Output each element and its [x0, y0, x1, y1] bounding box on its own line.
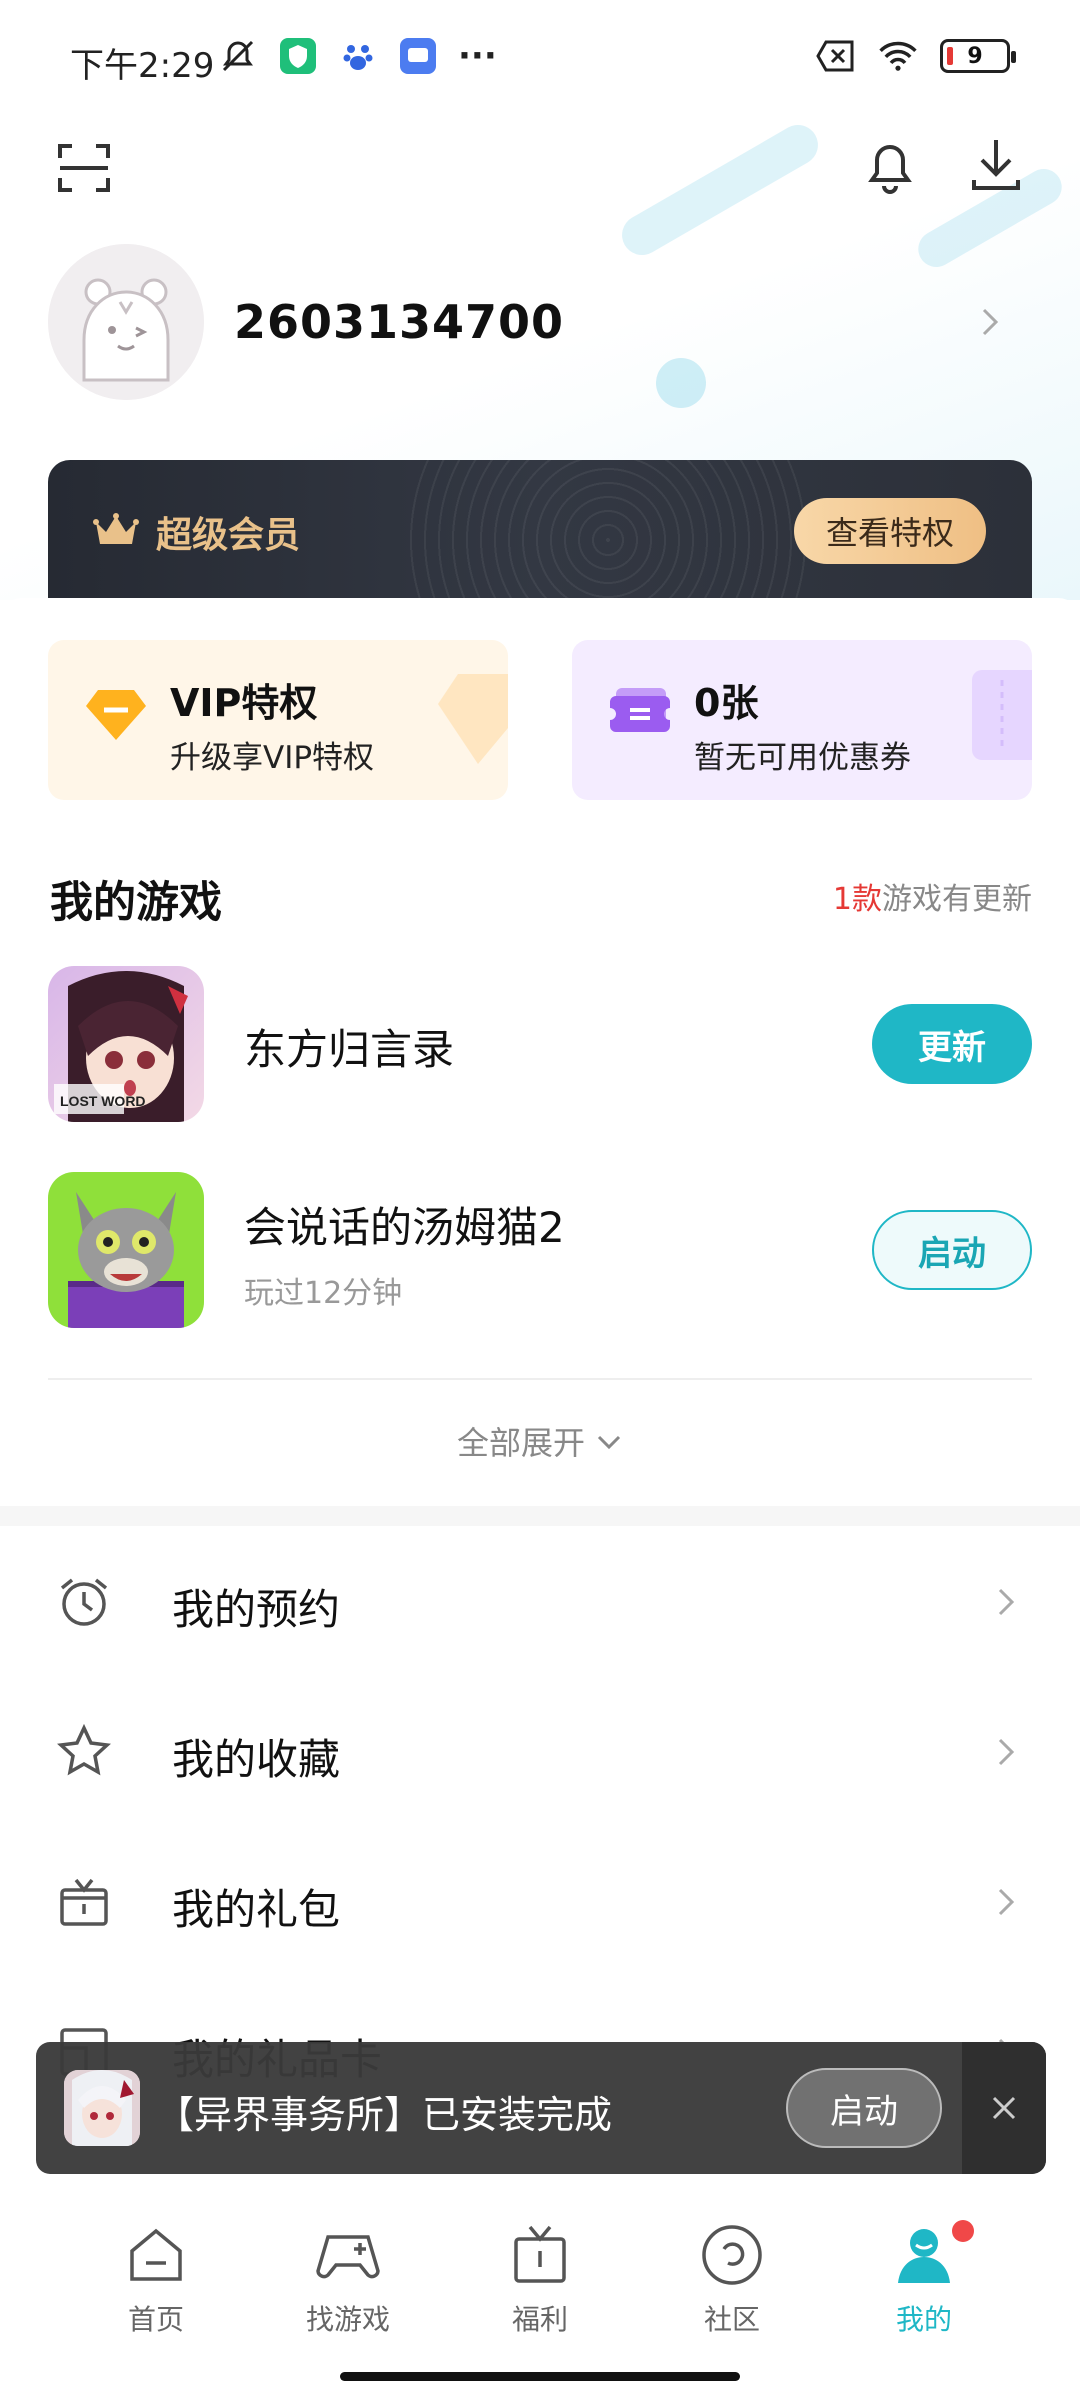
app-icon	[64, 2070, 140, 2146]
vip-label: 超级会员	[156, 515, 301, 556]
nav-label: 我的	[895, 2303, 952, 2336]
message-app-icon	[398, 36, 438, 76]
more-notifications: ···	[458, 36, 497, 76]
update-note[interactable]: 1款游戏有更新	[833, 874, 1032, 918]
card-title: VIP特权	[170, 681, 318, 725]
game-icon-talking-tom[interactable]	[48, 1172, 204, 1328]
decoration	[408, 460, 808, 610]
section-separator	[0, 1506, 1080, 1526]
game-name: 东方归言录	[244, 1025, 455, 1074]
star-icon	[56, 1723, 112, 1780]
nav-label: 找游戏	[305, 2303, 390, 2336]
chevron-right-icon	[994, 1884, 1018, 1924]
crown-icon	[92, 510, 140, 554]
expand-label: 全部展开	[456, 1424, 585, 1462]
chevron-right-icon[interactable]	[978, 302, 1002, 346]
game-name: 会说话的汤姆猫2	[244, 1203, 565, 1252]
community-icon	[697, 2220, 767, 2290]
nav-profile[interactable]: 我的	[844, 2220, 1004, 2350]
menu-item-favorites[interactable]: 我的收藏	[0, 1676, 1080, 1826]
toast-message: 【异界事务所】已安装完成	[156, 2093, 613, 2137]
scan-icon[interactable]	[52, 136, 116, 200]
expand-all-button[interactable]: 全部展开	[0, 1418, 1080, 1464]
menu-label: 我的收藏	[172, 1735, 341, 1784]
game-icon-touhou[interactable]: LOST WORD	[48, 966, 204, 1122]
status-notifications: ···	[218, 36, 497, 76]
ticket-decoration	[962, 670, 1032, 770]
card-subtitle: 升级享VIP特权	[170, 740, 375, 776]
status-system: 9	[816, 36, 1016, 76]
home-indicator[interactable]	[340, 2372, 740, 2381]
status-bar: 下午2:29 ··· 9	[0, 0, 1080, 120]
close-icon[interactable]	[962, 2042, 1046, 2174]
coupon-card[interactable]: 0张 暂无可用优惠券	[572, 640, 1032, 800]
launch-button[interactable]: 启动	[872, 1210, 1032, 1290]
ticket-icon	[608, 684, 672, 744]
paw-app-icon	[338, 36, 378, 76]
menu-item-reservations[interactable]: 我的预约	[0, 1526, 1080, 1676]
card-title: 0张	[694, 681, 759, 725]
wifi-icon	[878, 36, 918, 76]
game-row[interactable]: 会说话的汤姆猫2 玩过12分钟 启动	[48, 1172, 1032, 1328]
chevron-right-icon	[994, 1584, 1018, 1624]
status-time: 下午2:29	[70, 46, 215, 86]
notification-dot	[952, 2220, 974, 2242]
nav-home[interactable]: 首页	[76, 2220, 236, 2350]
menu-label: 我的预约	[172, 1585, 341, 1634]
gamepad-icon	[313, 2220, 383, 2290]
shield-app-icon	[278, 36, 318, 76]
avatar[interactable]	[48, 244, 204, 400]
update-count: 1款	[832, 882, 882, 917]
game-row[interactable]: LOST WORD 东方归言录 更新	[48, 966, 1032, 1122]
svg-text:LOST WORD: LOST WORD	[60, 1093, 146, 1109]
sim-off-icon	[816, 36, 856, 76]
install-complete-toast[interactable]: 【异界事务所】已安装完成 启动	[36, 2042, 1046, 2174]
nav-find-games[interactable]: 找游戏	[268, 2220, 428, 2350]
gift-icon	[56, 1874, 112, 1930]
my-games-title: 我的游戏	[50, 878, 222, 928]
battery-icon: 9	[940, 39, 1016, 73]
toast-launch-button[interactable]: 启动	[786, 2068, 942, 2148]
download-icon[interactable]	[964, 134, 1028, 198]
vip-banner[interactable]: 超级会员 查看特权	[48, 460, 1032, 610]
username[interactable]: 2603134700	[234, 295, 564, 349]
view-privileges-button[interactable]: 查看特权	[794, 498, 986, 564]
alarm-clock-icon	[56, 1574, 112, 1630]
profile-icon	[889, 2220, 959, 2290]
home-icon	[121, 2220, 191, 2290]
menu-item-gift-packs[interactable]: 我的礼包	[0, 1826, 1080, 1976]
menu-label: 我的礼包	[172, 1885, 341, 1934]
nav-welfare[interactable]: 福利	[460, 2220, 620, 2350]
nav-community[interactable]: 社区	[652, 2220, 812, 2350]
bell-icon[interactable]	[858, 134, 922, 198]
mute-icon	[218, 36, 258, 76]
nav-label: 福利	[511, 2303, 568, 2336]
diamond-icon	[84, 684, 148, 748]
card-subtitle: 暂无可用优惠券	[694, 740, 911, 776]
nav-label: 社区	[703, 2303, 760, 2336]
divider	[48, 1378, 1032, 1380]
diamond-decoration	[438, 670, 508, 770]
decoration	[614, 117, 826, 263]
gift-icon	[505, 2220, 575, 2290]
battery-level: 9	[967, 43, 983, 69]
decoration	[656, 358, 706, 408]
bottom-nav: 首页 找游戏 福利 社区 我的	[0, 2180, 1080, 2400]
play-time: 玩过12分钟	[244, 1276, 403, 1311]
update-button[interactable]: 更新	[872, 1004, 1032, 1084]
vip-privilege-card[interactable]: VIP特权 升级享VIP特权	[48, 640, 508, 800]
nav-label: 首页	[127, 2303, 184, 2336]
chevron-right-icon	[994, 1734, 1018, 1774]
chevron-down-icon	[595, 1422, 623, 1460]
